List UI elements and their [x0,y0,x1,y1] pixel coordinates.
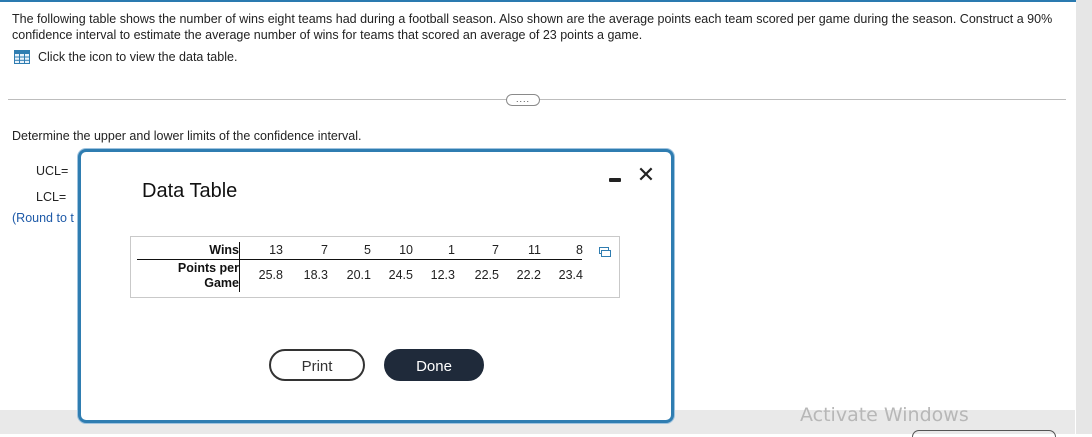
data-table-link[interactable]: Click the icon to view the data table. [14,50,237,64]
question-text: The following table shows the number of … [12,12,1053,42]
done-button[interactable]: Done [384,349,484,381]
wins-value: 8 [576,243,583,257]
copy-icon[interactable] [599,244,611,257]
round-instruction: (Round to t [12,211,74,225]
points-value: 22.5 [474,268,499,282]
minimize-icon[interactable] [607,166,623,186]
points-value: 12.3 [430,268,455,282]
points-value: 24.5 [388,268,413,282]
points-row-label: Points per Game [151,261,239,291]
points-value: 23.4 [558,268,583,282]
wins-value: 7 [321,243,328,257]
header-underline [137,259,582,260]
confidence-prompt: Determine the upper and lower limits of … [12,129,362,143]
points-value: 22.2 [516,268,541,282]
ucl-label: UCL= [36,164,69,178]
activate-windows-watermark: Activate Windows [800,404,969,426]
print-button[interactable]: Print [269,349,365,381]
label-separator [239,242,240,292]
points-row-label-line2: Game [204,276,239,290]
points-value: 25.8 [258,268,283,282]
wins-row-label: Wins [209,243,239,257]
lcl-label: LCL= [36,190,67,204]
wins-value: 1 [448,243,455,257]
wins-value: 7 [492,243,499,257]
wins-value: 11 [528,243,541,257]
points-value: 20.1 [346,268,371,282]
wins-value: 10 [399,243,413,257]
table-grid-icon[interactable] [14,50,30,64]
dialog-title: Data Table [142,180,238,202]
points-row-label-line1: Points per [177,261,239,275]
wins-value: 13 [269,243,283,257]
close-icon[interactable]: ✕ [635,163,657,187]
data-table-link-label[interactable]: Click the icon to view the data table. [38,50,237,64]
top-accent-border [0,0,1092,2]
points-value: 18.3 [303,268,328,282]
expand-button[interactable]: .... [506,94,540,106]
wins-value: 5 [364,243,371,257]
data-table-dialog: Data Table ✕ Wins Points per Game 13 7 5… [78,149,674,423]
data-table: Wins Points per Game 13 7 5 10 1 7 11 8 … [130,236,620,298]
vertical-scrollbar[interactable] [1076,0,1092,434]
